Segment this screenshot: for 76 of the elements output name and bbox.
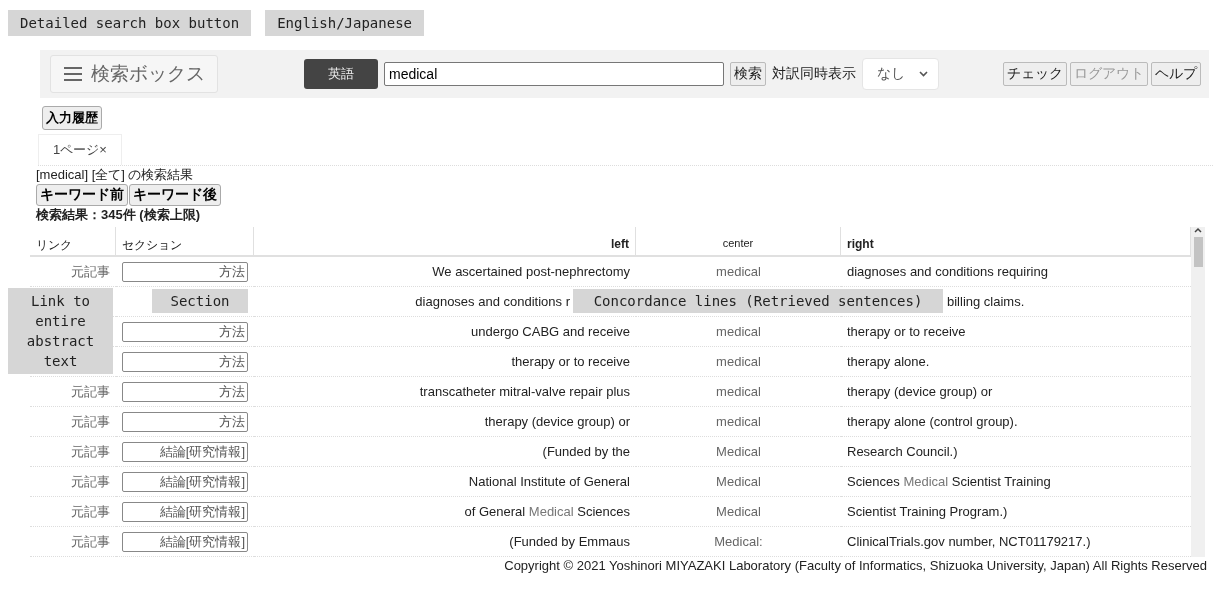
search-field[interactable]: medical <box>384 62 724 86</box>
annotation-label: Concordance lines (Retrieved sentences) <box>573 289 943 313</box>
column-header: right <box>841 227 1191 257</box>
right-context: billing claims. <box>947 294 1025 309</box>
search-button[interactable]: 検索 <box>730 62 766 86</box>
scrollbar-thumb[interactable] <box>1193 237 1203 267</box>
article-link[interactable]: 元記事 <box>71 262 110 281</box>
parallel-display-select[interactable]: なし <box>862 58 939 90</box>
article-link[interactable]: 元記事 <box>71 532 110 551</box>
right-context: therapy (device group) or <box>847 384 993 399</box>
right-context: diagnoses and conditions requiring <box>847 264 1048 279</box>
scroll-up-icon <box>1194 227 1202 233</box>
page-tab[interactable]: 1ページ× <box>38 134 122 165</box>
results-count: 検索結果：345件 (検索上限) <box>36 206 201 224</box>
annotation-label: Detailed search box button <box>8 10 252 36</box>
language-button[interactable]: 英語 <box>304 59 378 89</box>
results-title: [medical] [全て] の検索結果 <box>36 166 195 184</box>
article-link[interactable]: 元記事 <box>71 412 110 431</box>
keyword-match: medical <box>716 384 761 399</box>
left-context: We ascertained post-nephrectomy <box>432 264 630 279</box>
keyword-match: medical <box>716 414 761 429</box>
keyword-match: medical <box>716 324 761 339</box>
annotation-label: Section <box>152 289 248 313</box>
chevron-down-icon <box>919 71 928 77</box>
article-link[interactable]: 元記事 <box>71 472 110 491</box>
left-context: diagnoses and conditions r <box>415 294 570 309</box>
search-box-label: 検索ボックス <box>91 62 205 86</box>
right-context: therapy alone. <box>847 354 930 369</box>
section-field: 方法 <box>122 381 248 402</box>
parallel-display-label: 対訳同時表示 <box>772 65 856 83</box>
right-context: therapy or to receive <box>847 324 966 339</box>
article-link[interactable]: 元記事 <box>71 502 110 521</box>
keyword-match: medical <box>716 264 761 279</box>
section-field: 結論[研究情報] <box>122 531 248 552</box>
section-field: 結論[研究情報] <box>122 501 248 522</box>
left-context: therapy or to receive <box>511 354 630 369</box>
section-field: 方法 <box>122 321 248 342</box>
keyword-match: Medical <box>716 504 761 519</box>
section-field: 結論[研究情報] <box>122 441 248 462</box>
section-field: 結論[研究情報] <box>122 471 248 492</box>
right-context: Research Council.) <box>847 444 958 459</box>
left-context: of General Medical Sciences <box>464 504 630 519</box>
column-header: セクション <box>116 227 254 257</box>
history-button[interactable]: 入力履歴 <box>42 106 102 130</box>
section-field: 方法 <box>122 261 248 282</box>
keyword-match: Medical <box>716 474 761 489</box>
annotation-label: English/Japanese <box>265 10 424 36</box>
keyword-sort-button[interactable]: キーワード後 <box>129 184 221 206</box>
right-context: therapy alone (control group). <box>847 414 1018 429</box>
left-context: (Funded by the <box>542 444 630 459</box>
left-context: National Institute of General <box>468 474 630 489</box>
article-link[interactable]: 元記事 <box>71 382 110 401</box>
keyword-match: Medical <box>716 444 761 459</box>
keyword-match: medical <box>716 354 761 369</box>
section-field: 方法 <box>122 411 248 432</box>
left-context: transcatheter mitral-valve repair plus <box>419 384 630 399</box>
left-context: therapy (device group) or <box>484 414 630 429</box>
keyword-match: Medical: <box>714 534 763 549</box>
search-box-button[interactable]: 検索ボックス <box>50 55 218 93</box>
left-context: undergo CABG and receive <box>471 324 630 339</box>
article-link[interactable]: 元記事 <box>71 442 110 461</box>
column-header: left <box>254 227 636 257</box>
right-context: Sciences Medical Scientist Training <box>847 474 1051 489</box>
toolbar-button[interactable]: チェック <box>1003 62 1067 86</box>
column-header: リンク <box>30 227 116 257</box>
column-header: center <box>636 227 841 257</box>
scrollbar[interactable] <box>1191 227 1205 557</box>
keyword-sort-button[interactable]: キーワード前 <box>36 184 128 206</box>
right-context: Scientist Training Program.) <box>847 504 1008 519</box>
left-context: (Funded by Emmaus <box>509 534 630 549</box>
toolbar-button[interactable]: ヘルプ <box>1151 62 1201 86</box>
section-field: 方法 <box>122 351 248 372</box>
menu-icon <box>63 66 83 82</box>
annotation-label: Link to entire abstract text <box>8 288 113 374</box>
copyright-text: Copyright © 2021 Yoshinori MIYAZAKI Laboratory (Faculty of Informatics, Shizuoka University, Japan) All Rights Reserved <box>503 558 1208 573</box>
right-context: ClinicalTrials.gov number, NCT01179217.) <box>847 534 1091 549</box>
